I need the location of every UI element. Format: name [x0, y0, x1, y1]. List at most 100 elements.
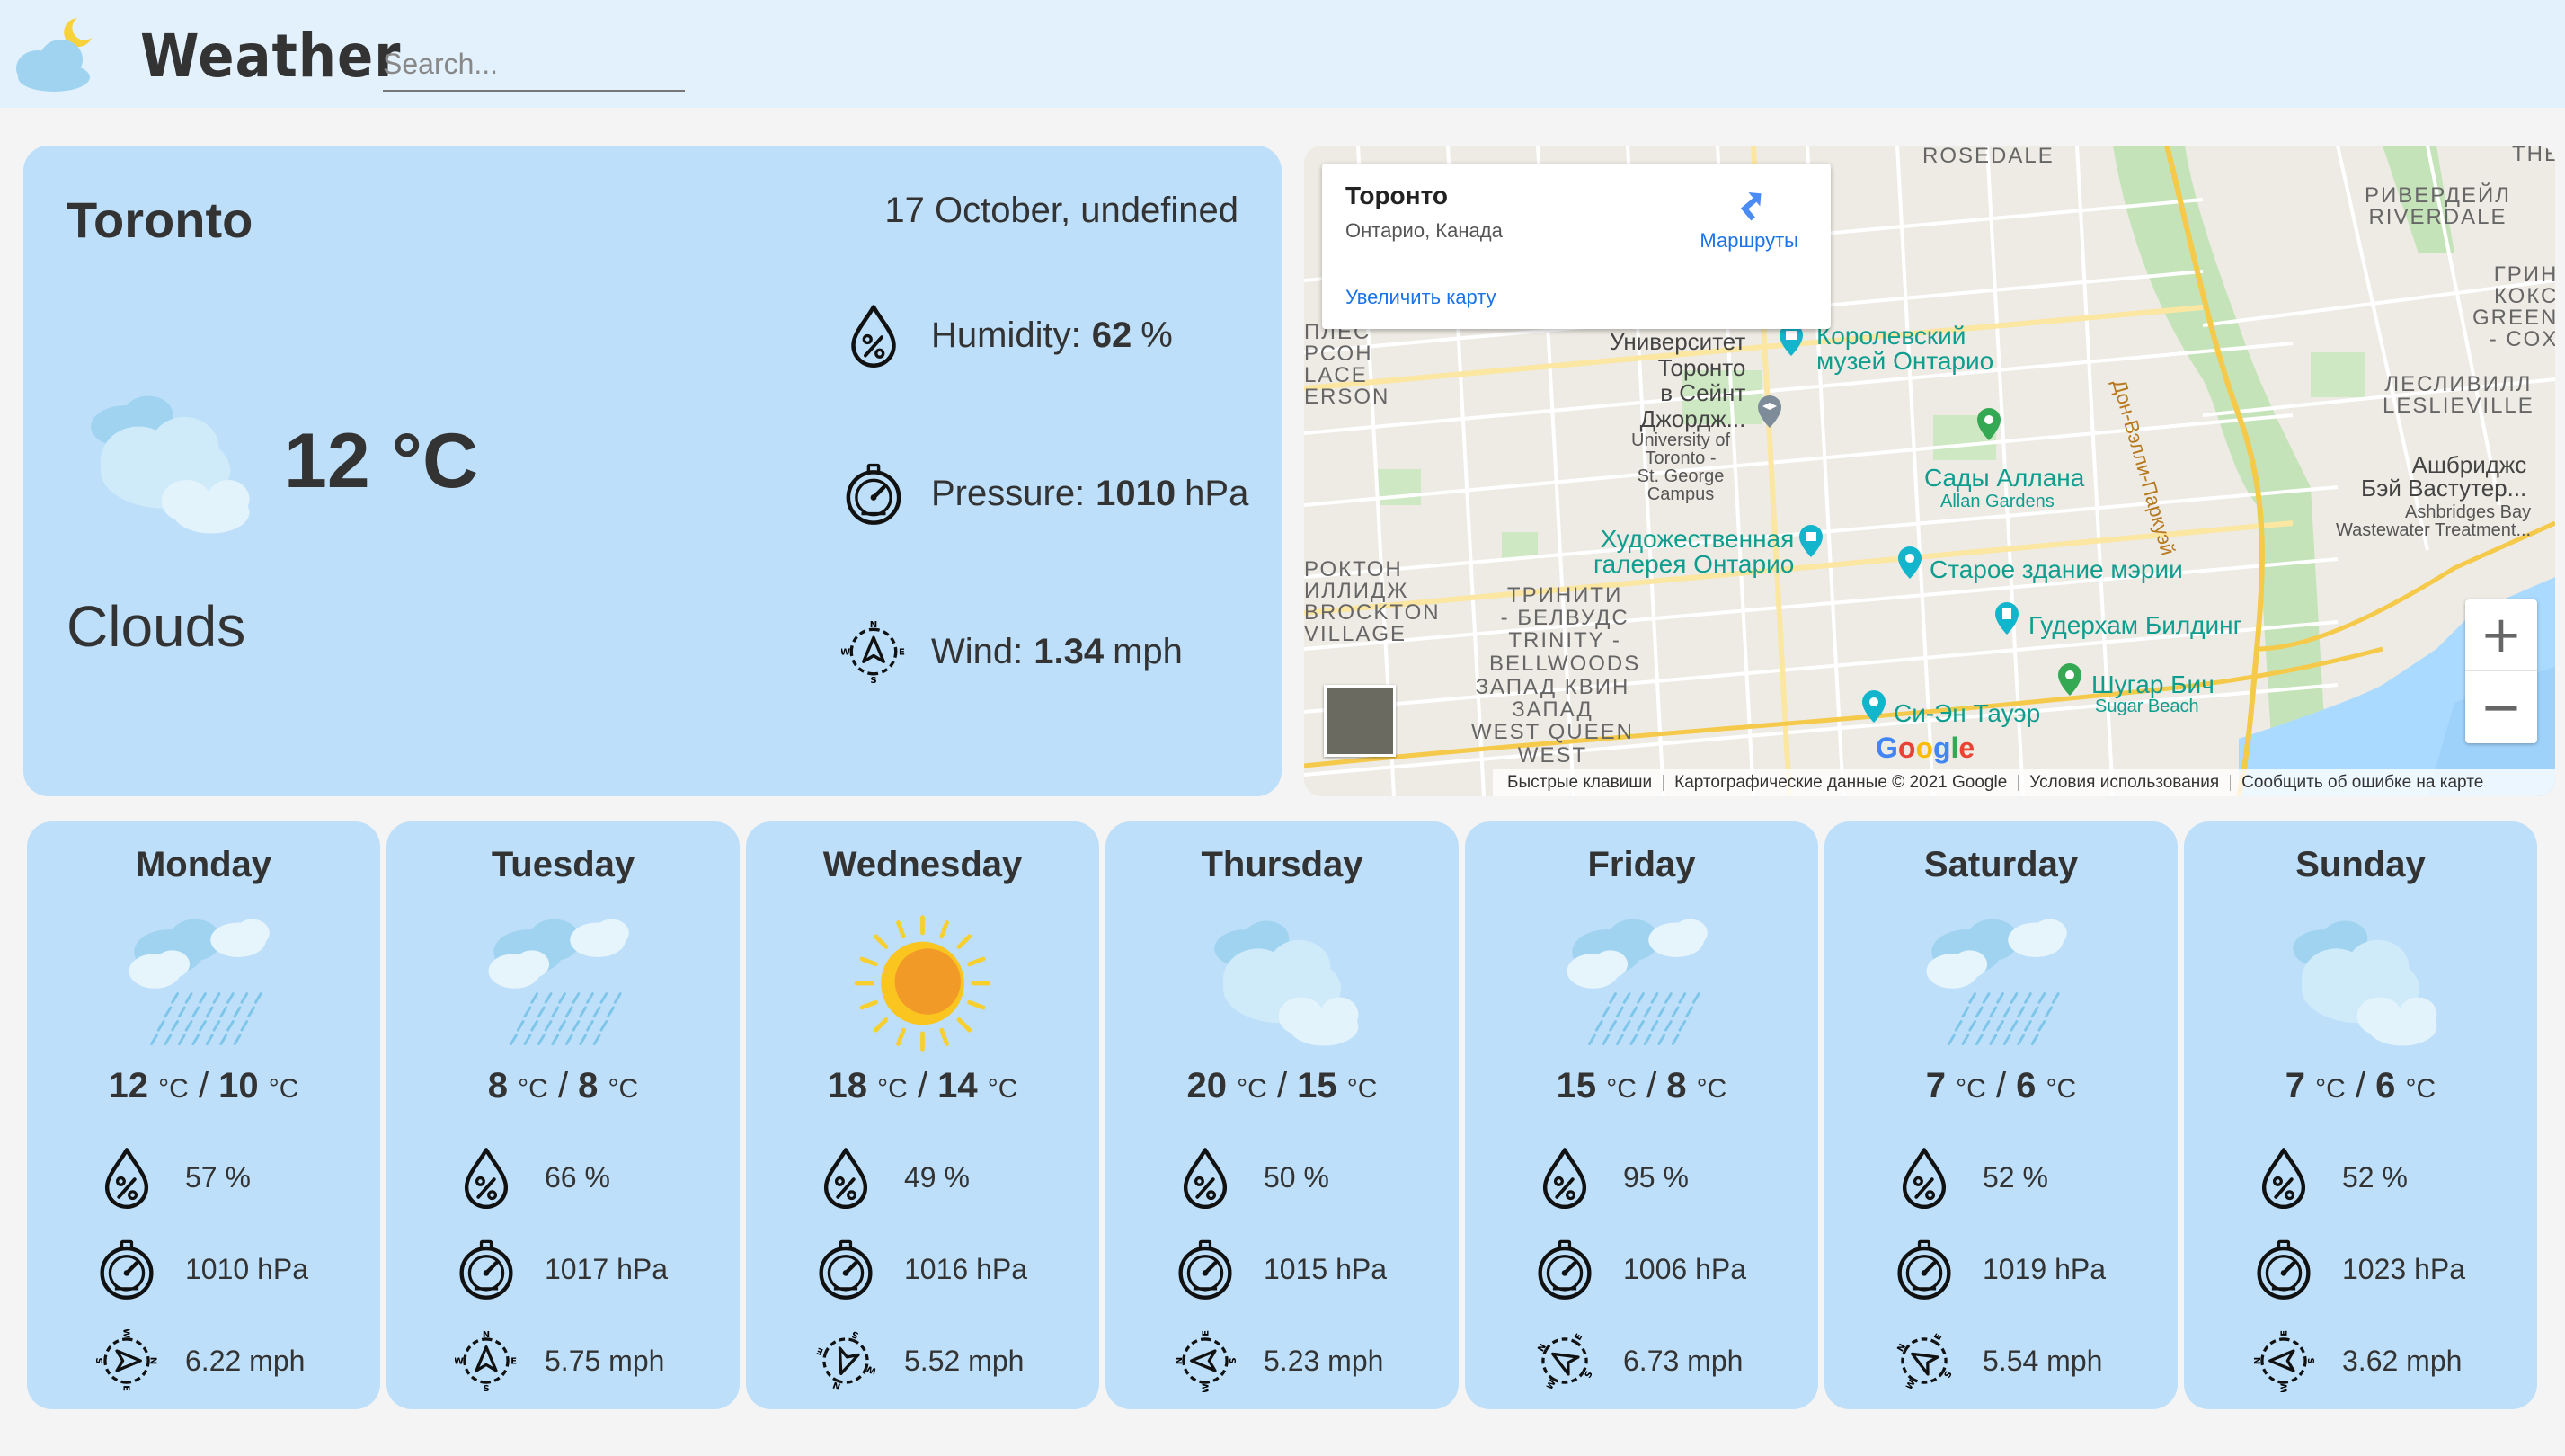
- satellite-toggle[interactable]: [1324, 685, 1396, 757]
- place-subtitle: Онтарио, Канада: [1345, 219, 1503, 242]
- city-name: Toronto: [67, 191, 253, 248]
- pressure-icon: [1533, 1238, 1596, 1301]
- forecast-card-saturday: Saturday 7 °C / 6 °C 52 % 1019 hPa 5.54 mph: [1824, 821, 2178, 1409]
- map-label-gooderham[interactable]: Гудерхам Билдинг: [2028, 613, 2242, 638]
- garden-marker-icon[interactable]: [1975, 406, 2003, 442]
- forecast-high: 18: [827, 1066, 868, 1105]
- forecast-humidity: 52 %: [2252, 1141, 2408, 1213]
- forecast-wind: 3.62 mph: [2252, 1325, 2462, 1397]
- forecast-wind-value: 6.22 mph: [185, 1344, 306, 1377]
- forecast-pressure-value: 1017 hPa: [545, 1252, 669, 1285]
- forecast-temperature: 8 °C / 8 °C: [487, 1066, 639, 1105]
- search-input[interactable]: [383, 38, 685, 92]
- map-footer-data: Картографические данные © 2021 Google: [1674, 773, 2008, 792]
- map-label-allan-en: Allan Gardens: [1940, 492, 2055, 511]
- pressure-stat: Pressure: 1010 hPa: [841, 453, 1248, 534]
- map-label-cntower[interactable]: Си-Эн Тауэр: [1894, 701, 2040, 726]
- wind-stat: Wind: 1.34 mph: [841, 611, 1183, 692]
- zoom-controls: + −: [2465, 599, 2537, 743]
- gallery-marker-icon[interactable]: [1797, 523, 1825, 559]
- forecast-wind-value: 3.62 mph: [2342, 1344, 2463, 1377]
- forecast-humidity-value: 49 %: [904, 1160, 970, 1194]
- forecast-low-unit: °C: [1696, 1074, 1727, 1104]
- sun-icon: [836, 911, 1009, 1055]
- forecast-low: 15: [1297, 1066, 1337, 1105]
- google-logo: Google: [1876, 732, 1975, 764]
- forecast-high-unit: °C: [1606, 1074, 1637, 1104]
- forecast-low: 10: [218, 1066, 259, 1105]
- current-date: 17 October, undefined: [884, 191, 1238, 230]
- map-label-trinity: ТРИНИТИ - БЕЛВУДС TRINITY - BELLWOODS: [1489, 583, 1641, 676]
- forecast-high-unit: °C: [2315, 1074, 2346, 1104]
- forecast-card-monday: Monday 12 °C / 10 °C 57 % 1010 hPa 6.22 mph: [27, 821, 380, 1409]
- forecast-low: 8: [578, 1066, 599, 1105]
- wind-icon: [95, 1329, 158, 1392]
- forecast-card-thursday: Thursday 20 °C / 15 °C 50 % 1015 hPa 5.23 mp…: [1105, 821, 1459, 1409]
- forecast-pressure: 1017 hPa: [455, 1233, 668, 1305]
- forecast-temperature: 7 °C / 6 °C: [2285, 1066, 2436, 1105]
- forecast-humidity-value: 50 %: [1264, 1160, 1329, 1194]
- forecast-wind-value: 5.52 mph: [904, 1344, 1025, 1377]
- forecast-wind-value: 5.75 mph: [545, 1344, 665, 1377]
- map-label-sugar[interactable]: Шугар Бич: [2091, 672, 2214, 697]
- forecast-pressure: 1015 hPa: [1174, 1233, 1387, 1305]
- cntower-marker-icon[interactable]: [1859, 688, 1888, 724]
- map-label-cityhall[interactable]: Старое здание мэрии: [1930, 557, 2183, 582]
- pressure-icon: [95, 1238, 158, 1301]
- rain-icon: [117, 911, 290, 1055]
- forecast-high: 7: [2285, 1066, 2306, 1105]
- clouds-icon: [1195, 911, 1369, 1055]
- map-label-riverdale: РИВЕРДЕЙЛ RIVERDALE: [2365, 183, 2511, 229]
- forecast-pressure: 1006 hPa: [1533, 1233, 1746, 1305]
- map-label-ashbridges: Ашбриджс Бэй Вастутер...: [2361, 451, 2527, 502]
- map-label-university-en: University of Toronto - St. George Campu…: [1631, 431, 1731, 504]
- beach-marker-icon[interactable]: [2055, 661, 2084, 697]
- header: Weather: [0, 0, 2565, 108]
- directions-button[interactable]: Маршруты: [1700, 182, 1798, 253]
- cityhall-marker-icon[interactable]: [1895, 545, 1924, 581]
- wind-label: Wind:: [931, 631, 1024, 671]
- forecast-humidity: 52 %: [1893, 1141, 2048, 1213]
- forecast-low-unit: °C: [608, 1074, 639, 1104]
- wind-icon: [805, 1320, 886, 1401]
- pressure-icon: [455, 1238, 518, 1301]
- enlarge-map-link[interactable]: Увеличить карту: [1345, 286, 1496, 309]
- map-label-dufferin: ПЛЕС РСОН LACE ERSON: [1304, 320, 1390, 409]
- map-footer-shortcuts[interactable]: Быстрые клавиши: [1507, 773, 1652, 793]
- forecast-pressure: 1019 hPa: [1893, 1233, 2106, 1305]
- forecast-humidity: 57 %: [95, 1141, 251, 1213]
- forecast-card-friday: Friday 15 °C / 8 °C 95 % 1006 hPa 6.73 mph: [1465, 821, 1818, 1409]
- forecast-pressure-value: 1016 hPa: [904, 1252, 1028, 1285]
- forecast-wind: 6.73 mph: [1533, 1325, 1743, 1397]
- humidity-label: Humidity:: [931, 315, 1081, 355]
- map-footer-report[interactable]: Сообщить об ошибке на карте: [2241, 773, 2483, 793]
- humidity-icon: [1174, 1146, 1237, 1209]
- map-label-leslieville: ЛЕСЛИВИЛЛ LESLIEVILLE: [2383, 372, 2534, 418]
- place-title: Торонто: [1345, 182, 1449, 209]
- map-footer-terms[interactable]: Условия использования: [2029, 773, 2219, 793]
- zoom-out-button[interactable]: −: [2465, 671, 2537, 743]
- humidity-icon: [455, 1146, 518, 1209]
- forecast-low-unit: °C: [2046, 1074, 2077, 1104]
- building-marker-icon[interactable]: [1993, 600, 2021, 636]
- clouds-icon: [67, 388, 264, 541]
- rain-icon: [476, 911, 650, 1055]
- forecast-pressure: 1023 hPa: [2252, 1233, 2465, 1305]
- forecast-day-name: Monday: [135, 845, 272, 884]
- map[interactable]: ROSEDALE РИВЕРДЕЙЛ RIVERDALE THE ГРИН КО…: [1304, 146, 2555, 796]
- map-label-allan[interactable]: Сады Аллана: [1924, 466, 2084, 491]
- pressure-icon: [814, 1238, 877, 1301]
- zoom-in-button[interactable]: +: [2465, 599, 2537, 671]
- pressure-icon: [841, 461, 906, 526]
- pressure-icon: [2252, 1238, 2315, 1301]
- forecast-humidity-value: 52 %: [2342, 1160, 2408, 1194]
- map-label-ago[interactable]: Художественная галерея Онтарио: [1593, 527, 1794, 577]
- university-marker-icon[interactable]: [1755, 394, 1784, 430]
- forecast-wind: 5.23 mph: [1174, 1325, 1383, 1397]
- forecast-high-unit: °C: [518, 1074, 548, 1104]
- forecast-pressure-value: 1019 hPa: [1983, 1252, 2107, 1285]
- forecast-day-name: Saturday: [1923, 845, 2079, 884]
- forecast-low: 8: [1666, 1066, 1687, 1105]
- map-label-green: ГРИН КОКС GREEN - COX: [2472, 262, 2555, 351]
- map-label-rom[interactable]: Королевский музей Онтарио: [1816, 324, 1993, 374]
